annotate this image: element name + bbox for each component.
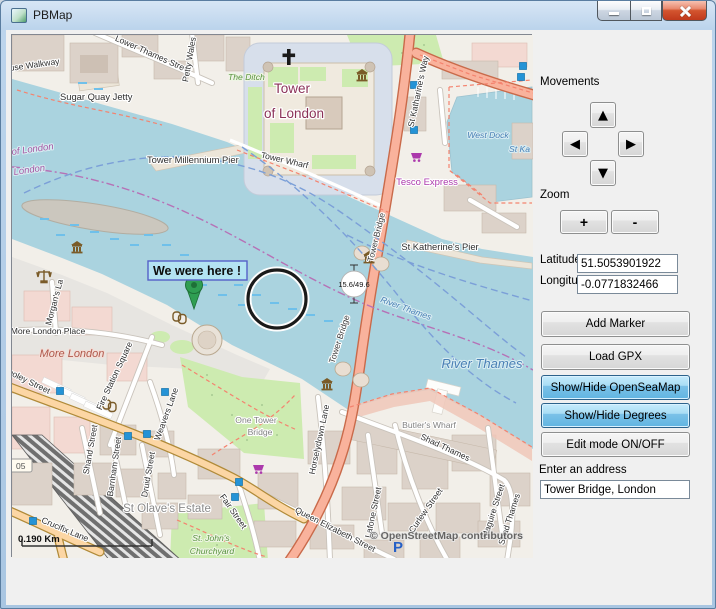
map-label: Butler's Wharf [402, 420, 456, 430]
client-area: P use Walkway Lower Thames Street Petty … [6, 30, 712, 605]
longitude-input[interactable] [577, 275, 678, 294]
map-label: St Ka [509, 144, 530, 154]
map-label: Tesco Express [396, 177, 458, 188]
close-icon [679, 5, 691, 17]
map-label: West Dock [467, 130, 509, 140]
map-label: Tower Millennium Pier [147, 154, 239, 165]
title-bar[interactable]: PBMap [1, 1, 715, 30]
map-label: Tower [274, 81, 311, 96]
address-input[interactable] [540, 480, 690, 499]
toggle-openseamap-button[interactable]: Show/Hide OpenSeaMap [541, 375, 690, 400]
svg-text:0.190 Km: 0.190 Km [18, 534, 60, 545]
minimize-button[interactable] [597, 1, 630, 21]
load-gpx-button[interactable]: Load GPX [541, 344, 690, 370]
map-label: The Ditch [228, 72, 265, 82]
maximize-button[interactable] [630, 1, 662, 21]
maximize-icon [642, 7, 651, 15]
map-svg: P use Walkway Lower Thames Street Petty … [12, 35, 533, 558]
svg-text:We were here !: We were here ! [153, 264, 241, 278]
app-icon [11, 8, 27, 23]
add-marker-button[interactable]: Add Marker [541, 311, 690, 337]
map-label: of London [264, 106, 324, 121]
road-ref-badge: 05 [12, 459, 32, 472]
map-label: River Thames [442, 356, 523, 371]
app-window: PBMap [0, 0, 716, 609]
svg-text:15.6/49.6: 15.6/49.6 [338, 280, 369, 289]
up-arrow-icon: ▲ [598, 109, 608, 122]
latitude-input[interactable] [577, 254, 678, 273]
city-hall [192, 325, 222, 355]
toggle-degrees-button[interactable]: Show/Hide Degrees [541, 403, 690, 428]
marker-tooltip[interactable]: We were here ! [148, 261, 247, 280]
map-label: St. John's [192, 533, 230, 543]
right-arrow-icon: ▶ [626, 138, 636, 151]
zoom-out-button[interactable]: - [611, 210, 659, 234]
map-canvas[interactable]: P use Walkway Lower Thames Street Petty … [11, 34, 532, 557]
window-title: PBMap [33, 8, 72, 22]
move-left-button[interactable]: ◀ [562, 131, 588, 157]
edit-mode-button[interactable]: Edit mode ON/OFF [541, 432, 690, 457]
movements-label: Movements [540, 76, 599, 88]
move-down-button[interactable]: ▼ [590, 160, 616, 186]
svg-text:05: 05 [16, 461, 26, 471]
zoom-in-button[interactable]: + [560, 210, 608, 234]
map-label: St Olave's Estate [123, 503, 211, 515]
left-arrow-icon: ◀ [570, 138, 580, 151]
close-button[interactable] [662, 1, 707, 21]
down-arrow-icon: ▼ [598, 167, 608, 180]
zoom-label: Zoom [540, 189, 569, 201]
map-label: St Katherine's Pier [401, 241, 478, 252]
minus-icon: - [633, 215, 638, 229]
map-attribution: © OpenStreetMap contributors [370, 530, 523, 542]
latitude-label: Latitude [540, 254, 581, 266]
map-label: Churchyard [190, 546, 235, 556]
move-right-button[interactable]: ▶ [618, 131, 644, 157]
map-label: More London [40, 348, 105, 360]
map-label: Sugar Quay Jetty [60, 91, 133, 102]
move-up-button[interactable]: ▲ [590, 102, 616, 128]
map-label: More London Place [12, 326, 85, 336]
minimize-icon [609, 12, 619, 15]
map-label: Bridge [248, 427, 273, 437]
address-label: Enter an address [539, 464, 627, 476]
plus-icon: + [580, 215, 588, 229]
map-label: One Tower [235, 415, 277, 425]
